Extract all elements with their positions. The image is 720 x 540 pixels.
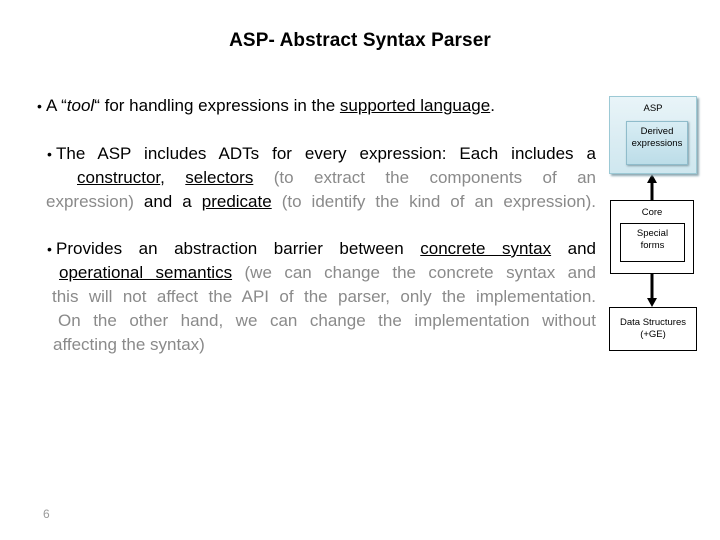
derived-expressions-box: Derived expressions <box>626 121 688 165</box>
ds-label-line1: Data Structures <box>620 317 686 328</box>
arrowhead-up-icon <box>647 174 657 183</box>
data-structures-box: Data Structures (+GE) <box>609 307 697 351</box>
special-label-line1: Special <box>636 228 669 239</box>
ds-label-line2: (+GE) <box>640 329 666 340</box>
special-label-line2: forms <box>640 240 665 251</box>
derived-label-line2: expressions <box>631 138 683 149</box>
core-label: Core <box>641 207 663 218</box>
asp-label: ASP <box>643 103 663 114</box>
derived-label-line1: Derived <box>640 126 674 137</box>
special-forms-box: Special forms <box>620 223 685 262</box>
arrowhead-down-icon <box>647 298 657 307</box>
